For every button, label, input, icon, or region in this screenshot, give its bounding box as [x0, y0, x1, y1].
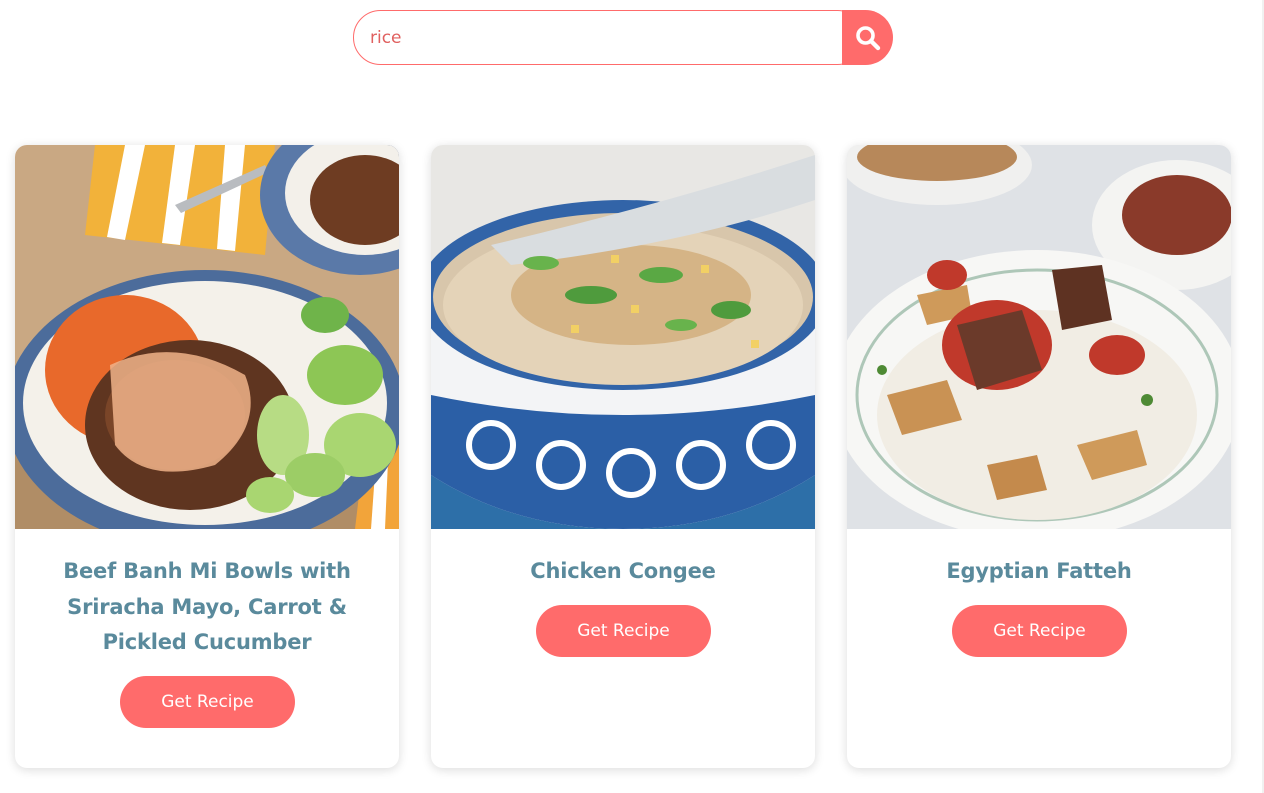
- get-recipe-button[interactable]: Get Recipe: [952, 605, 1127, 657]
- recipe-image: [431, 145, 815, 529]
- recipe-image: [847, 145, 1231, 529]
- search-button[interactable]: [842, 10, 893, 65]
- get-recipe-button[interactable]: Get Recipe: [120, 676, 295, 728]
- search-form: [353, 10, 893, 65]
- recipe-title: Egyptian Fatteh: [946, 559, 1132, 583]
- recipe-card: Egyptian Fatteh Get Recipe: [847, 145, 1231, 768]
- recipe-title: Beef Banh Mi Bowls with Sriracha Mayo, C…: [63, 559, 351, 654]
- recipe-card: Beef Banh Mi Bowls with Sriracha Mayo, C…: [15, 145, 399, 768]
- search-input[interactable]: [353, 10, 865, 65]
- get-recipe-button[interactable]: Get Recipe: [536, 605, 711, 657]
- recipe-title: Chicken Congee: [530, 559, 716, 583]
- recipe-search-page: Beef Banh Mi Bowls with Sriracha Mayo, C…: [0, 0, 1264, 793]
- recipe-image: [15, 145, 399, 529]
- search-icon: [854, 24, 882, 52]
- recipe-card: Chicken Congee Get Recipe: [431, 145, 815, 768]
